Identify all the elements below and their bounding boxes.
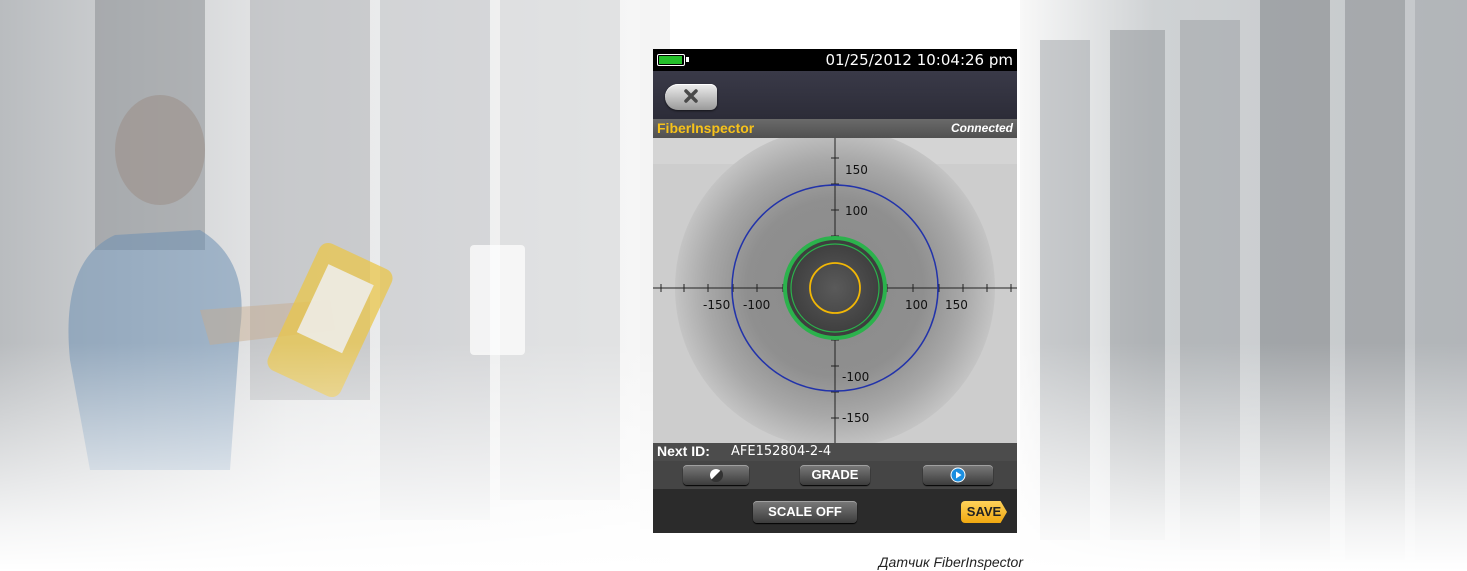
nav-bar <box>653 71 1017 119</box>
x-label-100: 100 <box>905 298 928 312</box>
scale-off-button[interactable]: SCALE OFF <box>753 501 857 523</box>
close-button[interactable] <box>665 84 717 110</box>
cladding-ring <box>783 236 887 340</box>
next-id-label: Next ID: <box>657 443 710 459</box>
battery-level <box>659 56 682 64</box>
y-label-150: 150 <box>845 163 868 177</box>
next-id-value: AFE152804-2-4 <box>731 444 832 459</box>
figure-caption: Датчик FiberInspector <box>878 554 1023 570</box>
x-label-neg100: -100 <box>743 298 770 312</box>
play-icon <box>950 467 966 483</box>
tools-bar: GRADE <box>653 461 1017 489</box>
battery-full-icon <box>657 54 689 66</box>
app-title: FiberInspector <box>657 120 755 136</box>
next-id-bar: Next ID: AFE152804-2-4 <box>653 443 1017 461</box>
connection-status: Connected <box>950 121 1013 135</box>
fiber-scope-view[interactable]: -150 -100 100 150 150 100 -100 -150 <box>653 138 1017 443</box>
datetime: 01/25/2012 10:04:26 pm <box>825 51 1014 69</box>
contrast-icon <box>710 469 724 483</box>
save-button[interactable]: SAVE <box>961 501 1007 523</box>
title-bar: FiberInspector Connected <box>653 119 1017 138</box>
status-bar: 01/25/2012 10:04:26 pm <box>653 49 1017 71</box>
bottom-bar: SCALE OFF SAVE <box>653 489 1017 533</box>
play-button[interactable] <box>923 465 993 485</box>
contrast-button[interactable] <box>683 465 749 485</box>
close-x-icon <box>684 89 698 103</box>
y-label-100: 100 <box>845 204 868 218</box>
y-label-neg100: -100 <box>842 370 869 384</box>
x-label-150: 150 <box>945 298 968 312</box>
grade-button[interactable]: GRADE <box>800 465 870 485</box>
y-label-neg150: -150 <box>842 411 869 425</box>
x-label-neg150: -150 <box>703 298 730 312</box>
tester-screen: 01/25/2012 10:04:26 pm FiberInspector Co… <box>653 49 1017 533</box>
